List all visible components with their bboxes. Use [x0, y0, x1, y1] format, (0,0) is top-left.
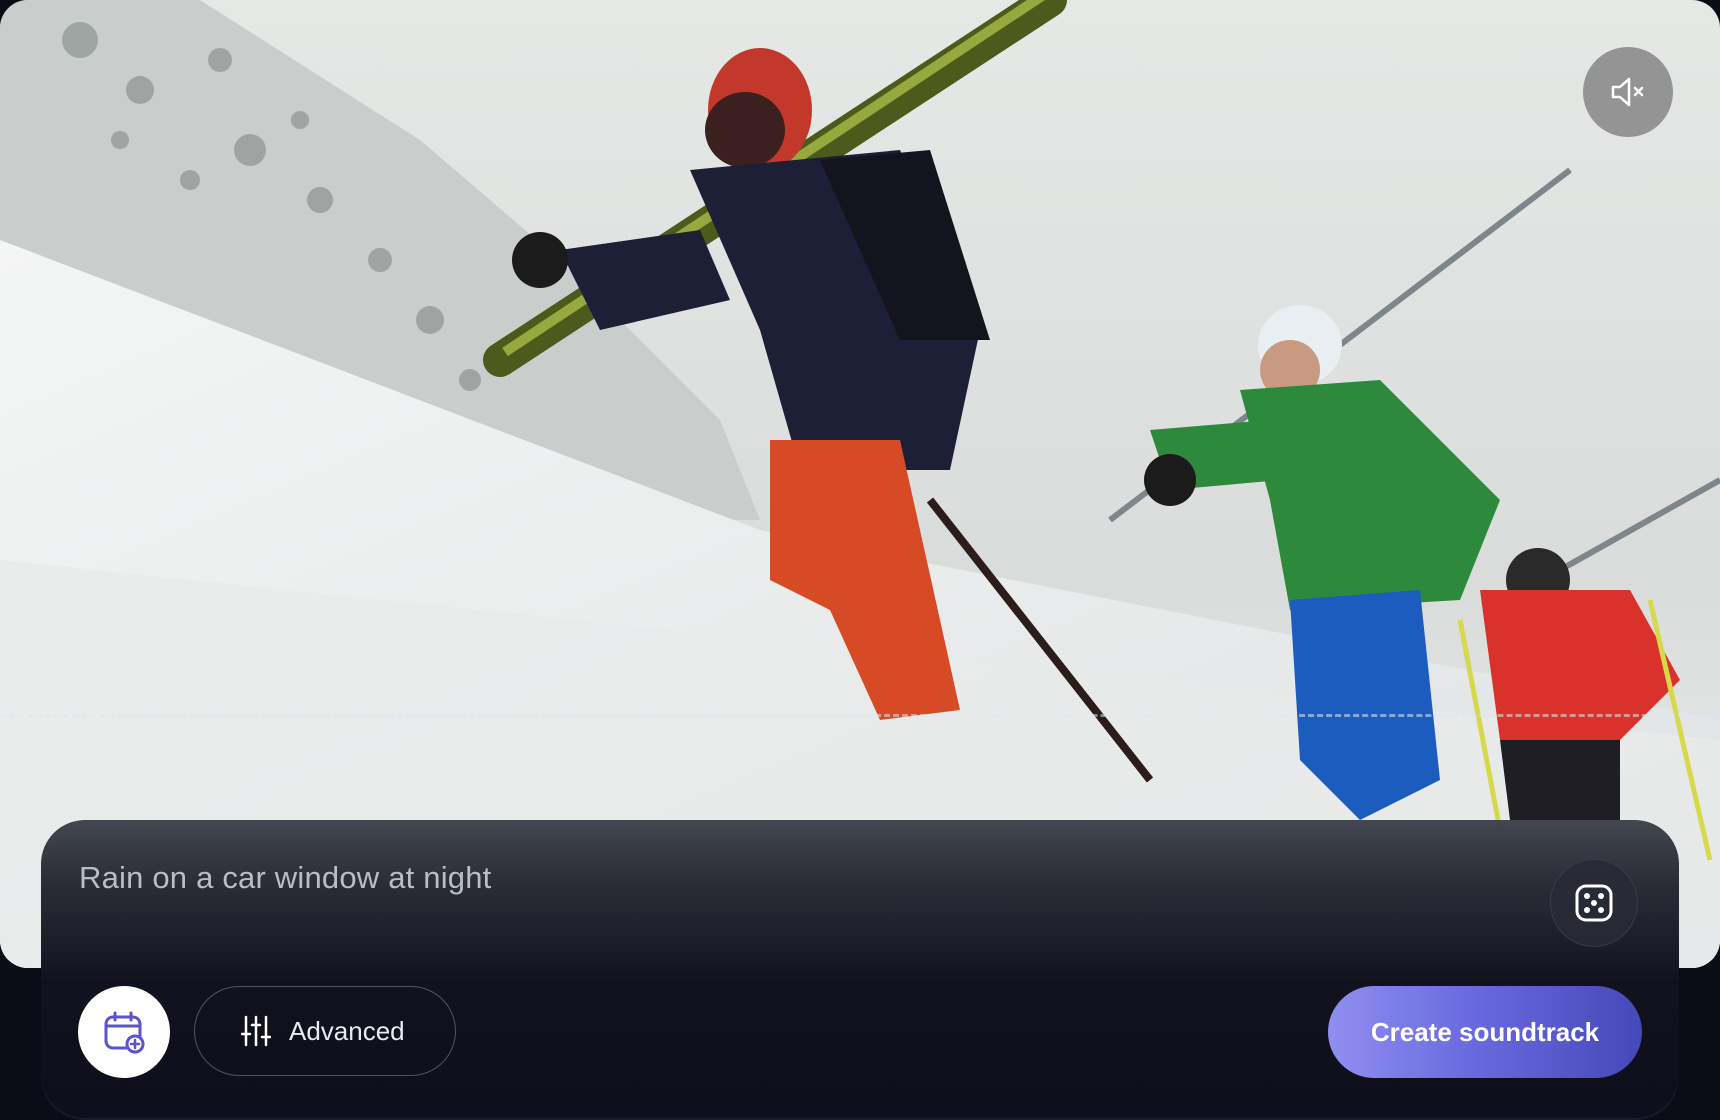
dice-icon: [1575, 884, 1613, 922]
random-prompt-button[interactable]: [1550, 859, 1638, 947]
advanced-button[interactable]: Advanced: [194, 986, 456, 1076]
sliders-icon: [241, 1015, 271, 1047]
app-stage: Rain on a car window at night Advanced C…: [0, 0, 1720, 1120]
create-soundtrack-button[interactable]: Create soundtrack: [1328, 986, 1642, 1078]
advanced-label: Advanced: [289, 1015, 405, 1046]
mute-button[interactable]: [1583, 47, 1673, 137]
waveform-guide-line: [0, 714, 1720, 717]
prompt-input[interactable]: Rain on a car window at night: [79, 860, 491, 896]
prompt-panel: Rain on a car window at night Advanced C…: [41, 820, 1679, 1120]
calendar-add-icon: [104, 1011, 145, 1054]
add-schedule-button[interactable]: [78, 986, 170, 1078]
speaker-muted-icon: [1611, 77, 1644, 107]
